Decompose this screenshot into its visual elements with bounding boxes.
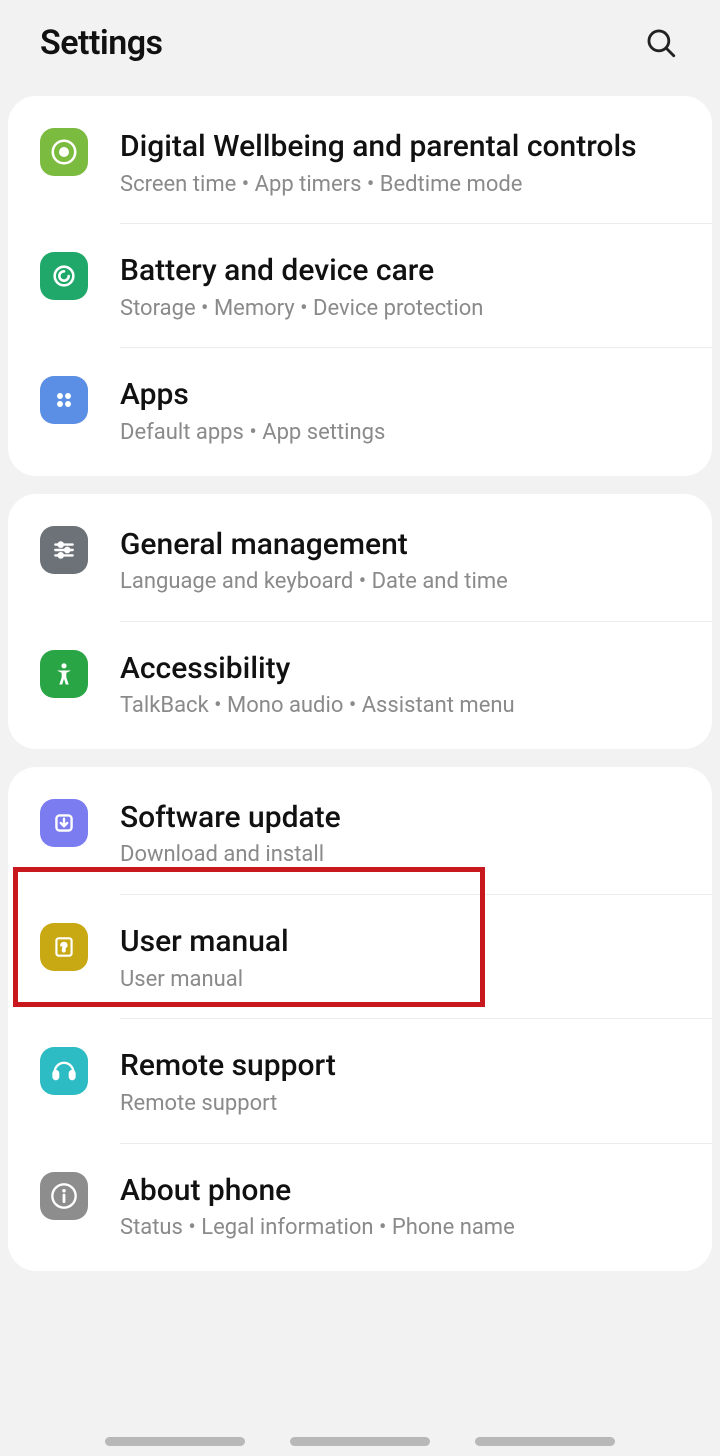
- settings-item-apps[interactable]: Apps Default apps • App settings: [8, 348, 712, 471]
- settings-item-text: Remote support Remote support: [120, 1045, 682, 1118]
- settings-item-subtitle: Storage • Memory • Device protection: [120, 294, 682, 324]
- navigation-bar: [0, 1437, 720, 1446]
- settings-item-subtitle: Default apps • App settings: [120, 418, 682, 448]
- nav-back[interactable]: [475, 1437, 615, 1446]
- settings-item-subtitle: Status • Legal information • Phone name: [120, 1213, 682, 1243]
- page-title: Settings: [40, 23, 163, 63]
- remote-support-icon: [40, 1047, 88, 1095]
- settings-item-text: User manual User manual: [120, 921, 682, 994]
- settings-item-battery[interactable]: Battery and device care Storage • Memory…: [8, 224, 712, 347]
- nav-home[interactable]: [290, 1437, 430, 1446]
- settings-item-title: Accessibility: [120, 650, 682, 688]
- settings-item-general[interactable]: General management Language and keyboard…: [8, 498, 712, 621]
- accessibility-icon: [40, 650, 88, 698]
- settings-item-about-phone[interactable]: About phone Status • Legal information •…: [8, 1144, 712, 1267]
- settings-group: General management Language and keyboard…: [8, 494, 712, 749]
- user-manual-icon: ?: [40, 923, 88, 971]
- settings-item-subtitle: Remote support: [120, 1089, 682, 1119]
- settings-item-title: Remote support: [120, 1047, 682, 1085]
- settings-group: Software update Download and install ? U…: [8, 767, 712, 1271]
- settings-item-title: Software update: [120, 799, 682, 837]
- settings-item-text: About phone Status • Legal information •…: [120, 1170, 682, 1243]
- settings-item-text: Digital Wellbeing and parental controls …: [120, 126, 682, 199]
- settings-item-subtitle: User manual: [120, 965, 682, 995]
- general-management-icon: [40, 526, 88, 574]
- settings-item-text: General management Language and keyboard…: [120, 524, 682, 597]
- settings-item-title: Battery and device care: [120, 252, 682, 290]
- settings-item-subtitle: Screen time • App timers • Bedtime mode: [120, 170, 682, 200]
- settings-item-text: Apps Default apps • App settings: [120, 374, 682, 447]
- settings-item-title: Digital Wellbeing and parental controls: [120, 128, 640, 166]
- search-button[interactable]: [638, 20, 684, 66]
- search-icon: [644, 26, 678, 60]
- settings-item-text: Battery and device care Storage • Memory…: [120, 250, 682, 323]
- settings-item-title: Apps: [120, 376, 682, 414]
- digital-wellbeing-icon: [40, 128, 88, 176]
- header: Settings: [0, 0, 720, 86]
- settings-item-user-manual[interactable]: ? User manual User manual: [8, 895, 712, 1018]
- settings-item-title: About phone: [120, 1172, 682, 1210]
- svg-text:?: ?: [61, 940, 67, 954]
- apps-icon: [40, 376, 88, 424]
- settings-item-subtitle: Language and keyboard • Date and time: [120, 567, 682, 597]
- battery-care-icon: [40, 252, 88, 300]
- settings-item-remote-support[interactable]: Remote support Remote support: [8, 1019, 712, 1142]
- settings-item-digital-wellbeing[interactable]: Digital Wellbeing and parental controls …: [8, 100, 712, 223]
- settings-group: Digital Wellbeing and parental controls …: [8, 96, 712, 476]
- about-phone-icon: [40, 1172, 88, 1220]
- nav-recents[interactable]: [105, 1437, 245, 1446]
- settings-item-title: User manual: [120, 923, 682, 961]
- software-update-icon: [40, 799, 88, 847]
- settings-item-text: Accessibility TalkBack • Mono audio • As…: [120, 648, 682, 721]
- settings-item-subtitle: Download and install: [120, 840, 682, 870]
- settings-item-subtitle: TalkBack • Mono audio • Assistant menu: [120, 691, 682, 721]
- settings-item-software-update[interactable]: Software update Download and install: [8, 771, 712, 894]
- settings-item-text: Software update Download and install: [120, 797, 682, 870]
- settings-item-title: General management: [120, 526, 682, 564]
- settings-item-accessibility[interactable]: Accessibility TalkBack • Mono audio • As…: [8, 622, 712, 745]
